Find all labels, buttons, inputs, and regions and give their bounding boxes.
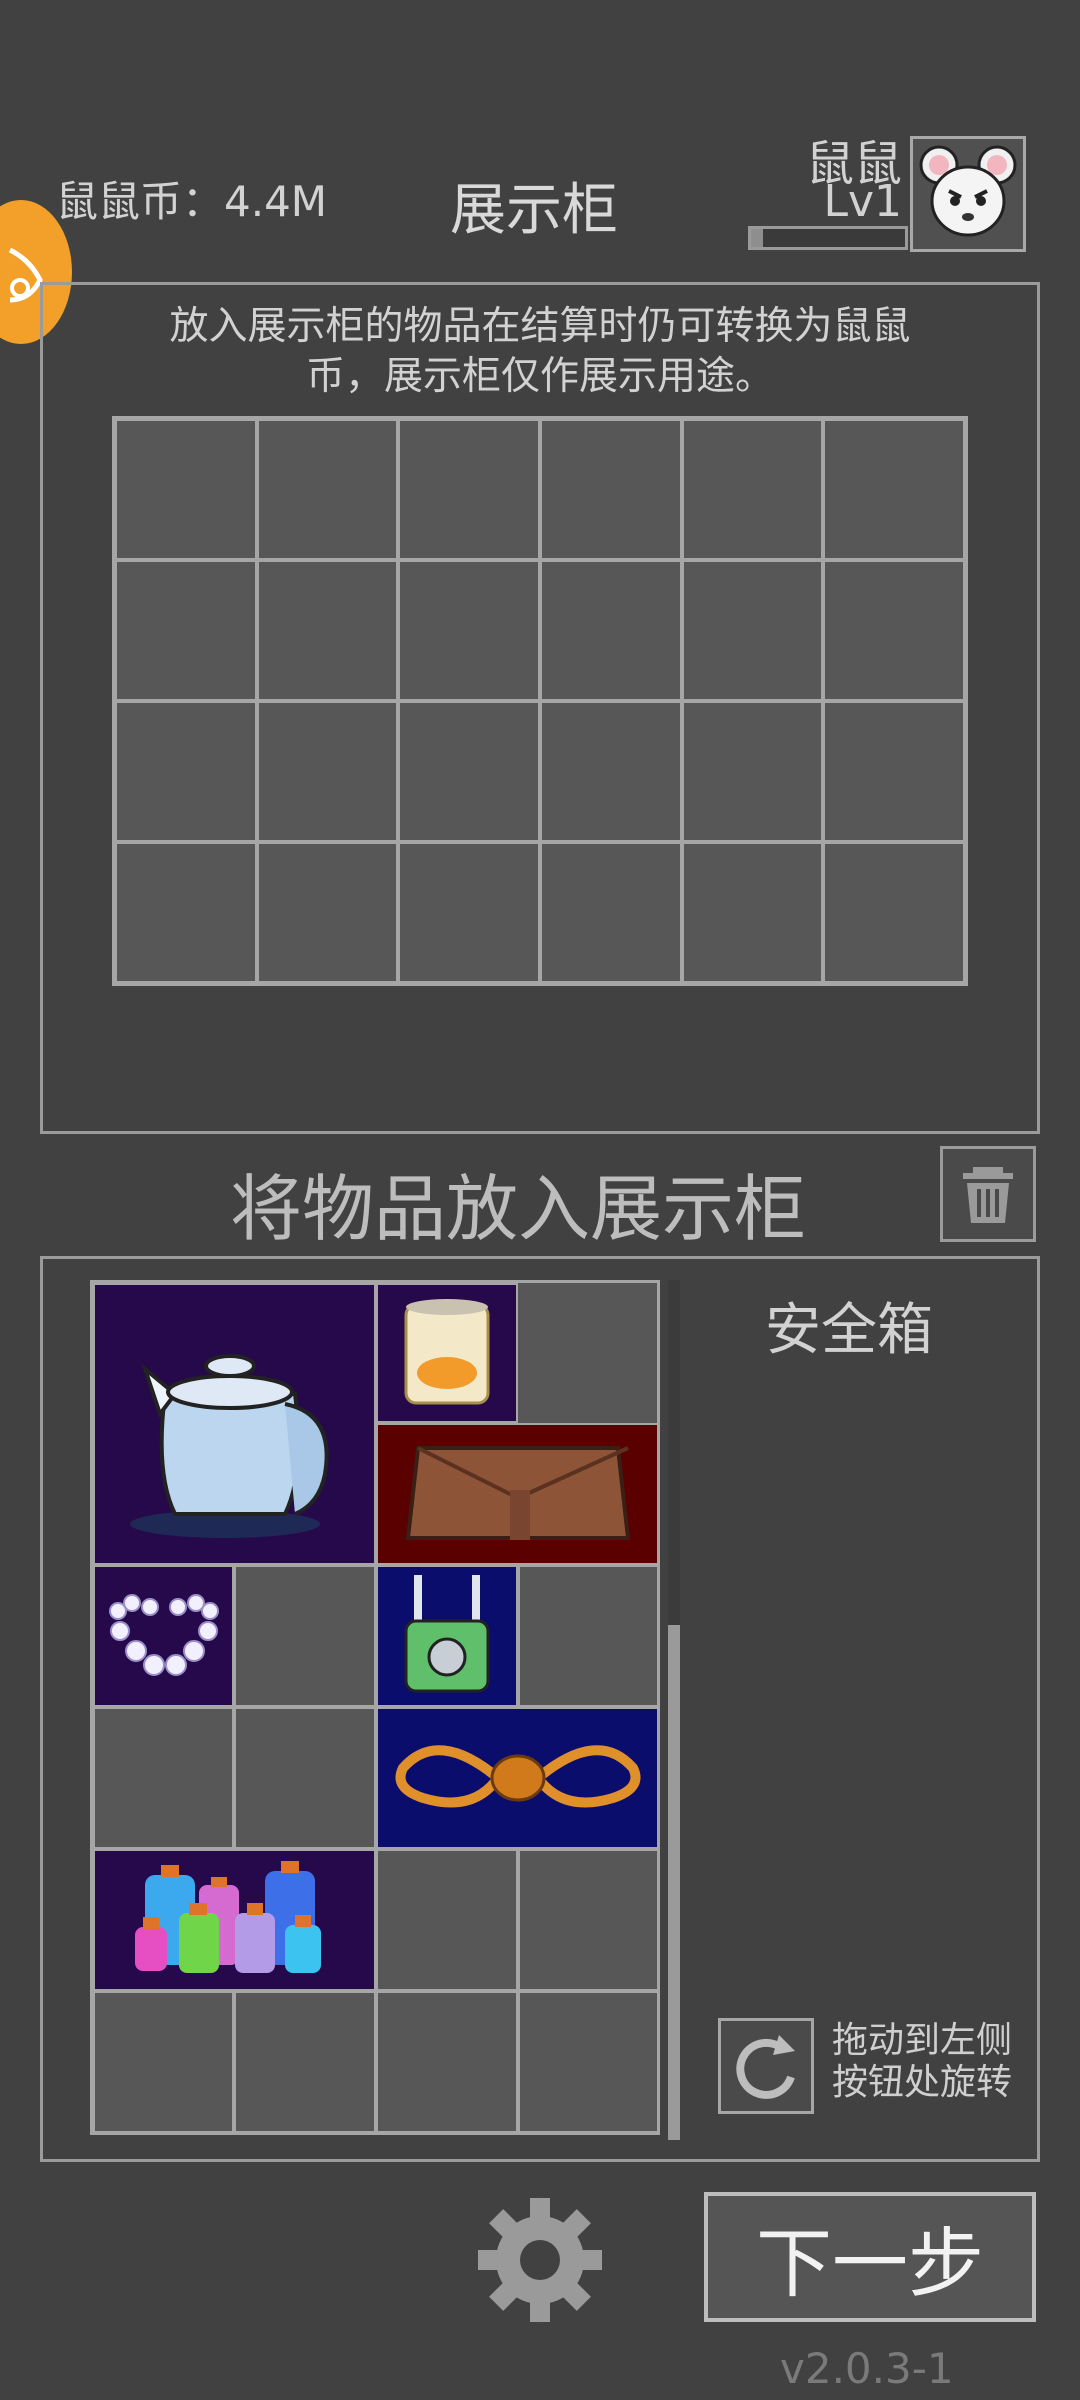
display-slot[interactable]: [681, 419, 824, 560]
inventory-grid[interactable]: [90, 1280, 660, 2135]
display-slot[interactable]: [540, 419, 682, 560]
inventory-cell[interactable]: [518, 1991, 657, 2132]
display-cabinet-grid[interactable]: [112, 416, 968, 986]
rotate-hint-line-2: 按钮处旋转: [832, 2062, 1013, 2103]
next-step-button[interactable]: 下一步: [704, 2192, 1036, 2322]
inventory-cell[interactable]: [234, 1707, 376, 1849]
display-slot[interactable]: [398, 701, 540, 842]
display-slot[interactable]: [115, 842, 257, 983]
rotate-button[interactable]: [718, 2018, 814, 2114]
inventory-cell[interactable]: [93, 1991, 234, 2132]
cabinet-notice: 放入展示柜的物品在结算时仍可转换为鼠鼠 币，展示柜仅作展示用途。: [110, 302, 970, 402]
settings-button[interactable]: [470, 2190, 610, 2330]
gear-icon: [478, 2198, 602, 2322]
inventory-item[interactable]: [376, 1707, 657, 1849]
display-slot[interactable]: [823, 560, 965, 701]
safebox-label: 安全箱: [765, 1298, 933, 1363]
xp-progress-fill: [751, 229, 764, 247]
display-slot[interactable]: [681, 560, 824, 701]
display-slot[interactable]: [823, 842, 965, 983]
display-slot[interactable]: [256, 842, 399, 983]
instruction-prompt: 将物品放入展示柜: [230, 1167, 807, 1251]
display-slot[interactable]: [540, 701, 682, 842]
inventory-item[interactable]: [376, 1423, 657, 1565]
trash-icon: [963, 1167, 1013, 1223]
inventory-cell[interactable]: [93, 1707, 234, 1849]
display-slot[interactable]: [823, 419, 965, 560]
inventory-cell[interactable]: [234, 1991, 376, 2132]
inventory-item[interactable]: [93, 1565, 234, 1707]
display-slot[interactable]: [398, 419, 540, 560]
page-title: 展示柜: [450, 178, 618, 243]
potion-bottles-icon: [134, 1861, 321, 1973]
canned-food-icon: [404, 1299, 490, 1405]
display-slot[interactable]: [256, 560, 399, 701]
rotate-icon: [736, 2035, 795, 2099]
display-slot[interactable]: [540, 560, 682, 701]
display-slot[interactable]: [115, 701, 257, 842]
inventory-cell[interactable]: [376, 1849, 518, 1991]
inventory-cell[interactable]: [234, 1565, 376, 1707]
inventory-cell[interactable]: [518, 1565, 657, 1707]
xp-progress-bar: [748, 226, 908, 250]
inventory-item[interactable]: [93, 1849, 376, 1991]
inventory-cell[interactable]: [376, 1991, 518, 2132]
display-slot[interactable]: [681, 701, 824, 842]
kettle-icon: [129, 1354, 329, 1538]
display-slot[interactable]: [115, 560, 257, 701]
display-slot[interactable]: [681, 842, 824, 983]
coin-balance: 鼠鼠币：4.4M: [56, 177, 328, 226]
display-slot[interactable]: [256, 419, 399, 560]
inventory-item[interactable]: [376, 1283, 518, 1423]
display-slot[interactable]: [540, 842, 682, 983]
display-slot[interactable]: [823, 701, 965, 842]
version-label: v2.0.3-1: [780, 2344, 954, 2393]
cabinet-notice-line-2: 币，展示柜仅作展示用途。: [305, 354, 774, 399]
rotate-hint-line-1: 拖动到左侧: [832, 2020, 1013, 2061]
leather-wallet-icon: [405, 1446, 631, 1540]
wifi-router-icon: [404, 1575, 490, 1693]
avatar[interactable]: [910, 136, 1026, 252]
inventory-scrollbar-thumb[interactable]: [668, 1625, 680, 2140]
inventory-item[interactable]: [93, 1283, 376, 1565]
display-slot[interactable]: [398, 560, 540, 701]
inventory-cell[interactable]: [518, 1849, 657, 1991]
rotate-hint: 拖动到左侧 按钮处旋转: [832, 2020, 1012, 2104]
display-slot[interactable]: [398, 842, 540, 983]
display-slot[interactable]: [115, 419, 257, 560]
trash-button[interactable]: [940, 1146, 1036, 1242]
display-slot[interactable]: [256, 701, 399, 842]
rope-icon: [395, 1745, 641, 1808]
cabinet-notice-line-1: 放入展示柜的物品在结算时仍可转换为鼠鼠: [169, 304, 911, 349]
inventory-item[interactable]: [376, 1565, 518, 1707]
pearl-necklace-icon: [108, 1594, 219, 1676]
mouse-avatar-icon: [919, 145, 1017, 237]
player-level: Lv1: [823, 176, 902, 227]
